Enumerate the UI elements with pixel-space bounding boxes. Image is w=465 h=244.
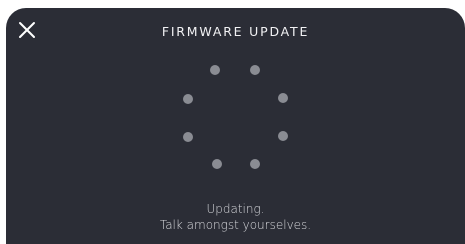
spinner-dot	[183, 132, 193, 142]
firmware-update-dialog: FIRMWARE UPDATE Updating. Talk amongst y…	[6, 8, 465, 244]
status-message: Updating. Talk amongst yourselves.	[6, 201, 465, 233]
dialog-title: FIRMWARE UPDATE	[161, 24, 310, 39]
spinner-dot	[278, 131, 288, 141]
status-line-2: Talk amongst yourselves.	[159, 218, 312, 232]
spinner-dot	[278, 93, 288, 103]
spinner-dot	[210, 65, 220, 75]
spinner-dot	[250, 159, 260, 169]
status-line-1: Updating.	[206, 202, 265, 216]
spinner-dot	[183, 94, 193, 104]
spinner-dot	[212, 159, 222, 169]
spinner-dot	[250, 65, 260, 75]
